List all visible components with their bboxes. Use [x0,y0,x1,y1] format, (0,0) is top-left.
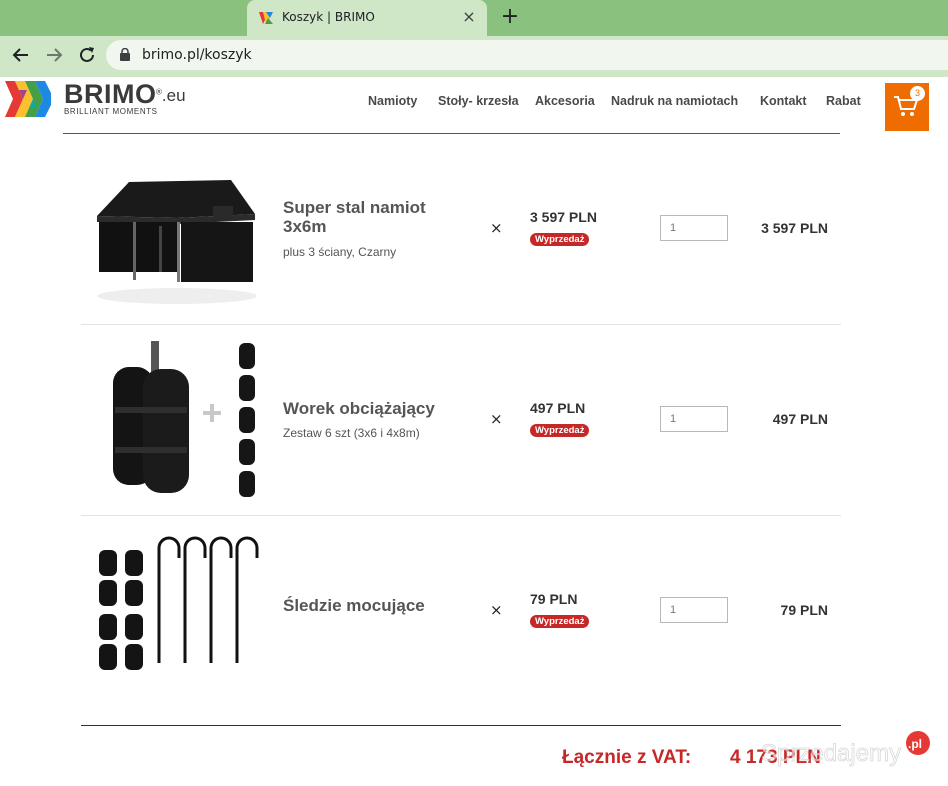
tent-product-image[interactable] [93,146,261,311]
browser-tab-active[interactable]: Koszyk | BRIMO × [247,0,487,36]
product-name[interactable]: Śledzie mocujące [283,596,473,615]
product-variant: Zestaw 6 szt (3x6 i 4x8m) [283,426,420,440]
line-total: 497 PLN [772,411,828,427]
totals-divider [81,725,841,726]
logo-wordmark: BRIMO [64,79,157,109]
watermark-text: Sprzedajemy [761,740,901,767]
logo-suffix: ®.eu [156,86,186,106]
sprzedajemy-watermark: Sprzedajemy .pl [761,731,930,767]
quantity-input[interactable] [660,215,728,241]
sale-badge: Wyprzedaż [530,233,590,246]
unit-price: 79 PLN [530,591,578,607]
site-header: BRIMO ®.eu BRILLIANT MOMENTS Namioty Sto… [0,77,948,134]
quantity-input[interactable] [660,597,728,623]
weight-bag-product-image[interactable] [93,337,261,502]
tab-close-icon[interactable]: × [459,7,479,27]
logo-tagline: BRILLIANT MOMENTS [64,107,158,116]
back-arrow-icon[interactable] [10,44,32,66]
cart-button[interactable]: 3 [885,83,929,131]
logo-suffix-text: .eu [161,86,186,105]
brimo-favicon-icon [259,12,273,24]
address-bar[interactable]: brimo.pl/koszyk [106,40,948,70]
tent-pegs-product-image[interactable] [93,528,261,693]
url-text: brimo.pl/koszyk [142,47,252,63]
unit-price: 3 597 PLN [530,209,597,225]
watermark-suffix: .pl [908,737,922,751]
quantity-input[interactable] [660,406,728,432]
reload-icon[interactable] [76,44,98,66]
unit-price: 497 PLN [530,400,586,416]
sale-badge: Wyprzedaż [530,424,590,437]
brimo-logo-icon[interactable] [5,81,51,117]
nav-item-namioty[interactable]: Namioty [368,94,417,108]
cart-count-badge: 3 [910,86,925,101]
nav-item-kontakt[interactable]: Kontakt [760,94,807,108]
browser-tab-bar: Koszyk | BRIMO × + [0,0,948,36]
tab-title: Koszyk | BRIMO [282,10,375,24]
sale-badge: Wyprzedaż [530,615,590,628]
multiply-sign: × [490,601,503,619]
line-total: 79 PLN [780,602,828,618]
forward-arrow-icon[interactable] [43,44,65,66]
nav-item-nadruk[interactable]: Nadruk na namiotach [611,94,738,108]
browser-toolbar: brimo.pl/koszyk [0,36,948,74]
total-label: Łącznie z VAT: [562,747,692,768]
multiply-sign: × [490,410,503,428]
cart-item-row: Śledzie mocujące × 79 PLN Wyprzedaż 79 P… [81,516,841,707]
nav-item-rabat[interactable]: Rabat [826,94,861,108]
multiply-sign: × [490,219,503,237]
nav-item-stoly-krzesla[interactable]: Stoły- krzesła [438,94,519,108]
line-total: 3 597 PLN [761,220,828,236]
cart-item-row: Super stal namiot 3x6m plus 3 ściany, Cz… [81,134,841,325]
product-name[interactable]: Super stal namiot 3x6m [283,198,473,236]
new-tab-icon[interactable]: + [498,4,522,30]
product-variant: plus 3 ściany, Czarny [283,245,397,259]
cart-item-row: Worek obciążający Zestaw 6 szt (3x6 i 4x… [81,325,841,516]
nav-item-akcesoria[interactable]: Akcesoria [535,94,595,108]
product-name[interactable]: Worek obciążający [283,399,473,418]
lock-icon [120,48,130,61]
